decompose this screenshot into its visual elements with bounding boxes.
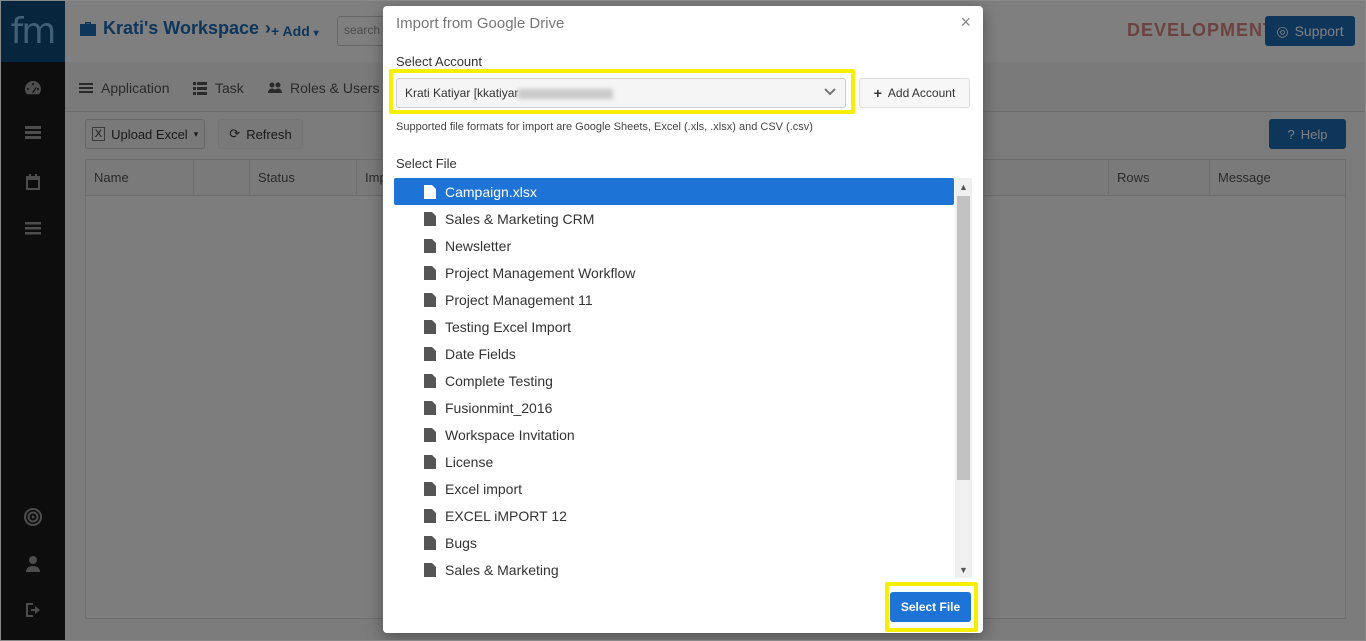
close-icon[interactable]: × [960,12,971,33]
file-icon [424,454,436,469]
formats-note: Supported file formats for import are Go… [396,121,813,133]
file-item[interactable]: EXCEL iMPORT 12 [394,502,954,529]
file-name: Testing Excel Import [445,318,572,335]
file-icon [424,400,436,415]
file-item[interactable]: Date Fields [394,340,954,367]
select-file-label: Select File [396,156,457,171]
file-icon [424,373,436,388]
scroll-thumb[interactable] [957,196,970,480]
file-item[interactable]: Project Management 11 [394,286,954,313]
dialog-title: Import from Google Drive [396,15,565,32]
file-icon [424,481,436,496]
scroll-up-arrow[interactable]: ▲ [955,178,972,195]
file-icon [424,238,436,253]
file-name: Project Management 11 [445,291,593,308]
scroll-down-arrow[interactable]: ▼ [955,561,972,578]
file-item[interactable]: Sales & Marketing CRM [394,205,954,232]
file-icon [424,184,436,199]
file-name: Newsletter [445,237,512,254]
file-item[interactable]: License [394,448,954,475]
account-select[interactable]: Krati Katiyar [kkatiyar [396,78,846,108]
file-item[interactable]: Complete Testing [394,367,954,394]
file-item[interactable]: Sales & Marketing [394,556,954,578]
import-google-drive-dialog: Import from Google Drive × Select Accoun… [383,6,983,633]
account-select-value: Krati Katiyar [kkatiyar [405,86,519,100]
chevron-down-icon [824,88,836,96]
file-icon [424,319,436,334]
file-name: EXCEL iMPORT 12 [445,507,567,524]
file-name: Fusionmint_2016 [445,399,553,416]
plus-icon: + [873,85,882,101]
file-icon [424,562,436,577]
file-icon [424,346,436,361]
file-icon [424,427,436,442]
file-name: Project Management Workflow [445,264,636,281]
file-item[interactable]: Fusionmint_2016 [394,394,954,421]
file-item[interactable]: Excel import [394,475,954,502]
file-name: Bugs [445,534,477,551]
scrollbar[interactable]: ▲ ▼ [955,178,972,578]
select-account-label: Select Account [396,54,482,69]
file-item[interactable]: Campaign.xlsx [394,178,954,205]
file-item[interactable]: Bugs [394,529,954,556]
file-icon [424,508,436,523]
file-icon [424,535,436,550]
file-item[interactable]: Workspace Invitation [394,421,954,448]
file-name: Date Fields [445,345,516,362]
select-file-button[interactable]: Select File [890,592,971,622]
file-icon [424,265,436,280]
redacted-email [518,88,614,99]
file-item[interactable]: Project Management Workflow [394,259,954,286]
file-name: Excel import [445,480,523,497]
add-account-label: Add Account [887,86,956,100]
file-name: Campaign.xlsx [445,183,537,200]
file-icon [424,292,436,307]
file-item[interactable]: Testing Excel Import [394,313,954,340]
file-item[interactable]: Newsletter [394,232,954,259]
file-name: Complete Testing [445,372,553,389]
file-name: Workspace Invitation [445,426,575,443]
file-name: License [445,453,494,470]
add-account-button[interactable]: + Add Account [859,78,970,108]
file-icon [424,211,436,226]
file-name: Sales & Marketing CRM [445,210,595,227]
file-list[interactable]: Sales & Marketing Bugs EXCEL iMPORT 12 Exce… [394,178,972,578]
file-name: Sales & Marketing [445,561,559,578]
